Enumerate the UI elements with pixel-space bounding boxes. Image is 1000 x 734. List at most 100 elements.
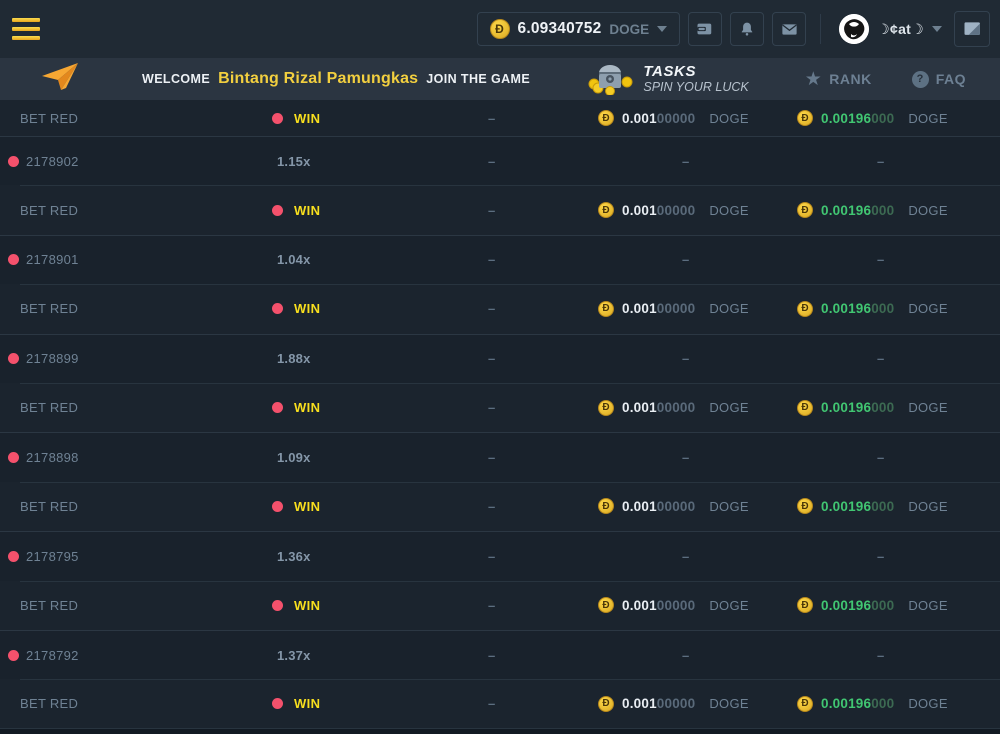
- app-root: Đ 6.09340752 DOGE: [0, 0, 1000, 734]
- bet-label: BET RED: [20, 696, 78, 711]
- empty-value: –: [877, 450, 884, 465]
- announcement-banner: WELCOME Bintang Rizal Pamungkas JOIN THE…: [0, 58, 1000, 100]
- welcome-prefix: WELCOME: [142, 72, 210, 86]
- table-row-bet: BET RED WIN – Đ 0.00100000 DOGE Đ 0.0019…: [0, 581, 1000, 630]
- profit-currency: DOGE: [908, 203, 947, 218]
- welcome-username: Bintang Rizal Pamungkas: [218, 70, 418, 88]
- messages-button[interactable]: [772, 12, 806, 46]
- game-id: 2178902: [26, 154, 79, 169]
- win-dot: [272, 501, 283, 512]
- doge-coin-icon: Đ: [797, 202, 813, 218]
- doge-coin-icon: Đ: [797, 400, 813, 416]
- bet-currency: DOGE: [709, 598, 748, 613]
- empty-value: –: [488, 111, 495, 126]
- doge-coin-icon: Đ: [598, 202, 614, 218]
- table-row-game[interactable]: 2178902 1.15x – – –: [0, 136, 1000, 185]
- profit-amount: 0.00196000: [821, 203, 894, 218]
- empty-value: –: [682, 351, 689, 366]
- hamburger-menu-button[interactable]: [12, 18, 40, 40]
- doge-coin-icon: Đ: [598, 400, 614, 416]
- multiplier: 1.37x: [277, 648, 311, 663]
- tasks-subtitle: SPIN YOUR LUCK: [643, 80, 748, 94]
- wallet-button[interactable]: [688, 12, 722, 46]
- chevron-down-icon: [932, 26, 942, 32]
- notifications-button[interactable]: [730, 12, 764, 46]
- table-row-game[interactable]: 2178901 1.04x – – –: [0, 235, 1000, 284]
- doge-coin-icon: Đ: [797, 301, 813, 317]
- user-menu[interactable]: ☽¢at☽: [835, 14, 946, 44]
- game-id: 2178795: [26, 549, 79, 564]
- rank-link[interactable]: ★ RANK: [805, 70, 872, 89]
- bet-label: BET RED: [20, 111, 78, 126]
- bet-color-dot: [8, 353, 19, 364]
- doge-coin-icon: Đ: [797, 696, 813, 712]
- empty-value: –: [488, 696, 495, 711]
- empty-value: –: [488, 252, 495, 267]
- chat-icon: [962, 19, 982, 39]
- game-id: 2178792: [26, 648, 79, 663]
- tasks-link[interactable]: TASKS SPIN YOUR LUCK: [587, 59, 748, 100]
- empty-value: –: [488, 301, 495, 316]
- wallet-icon: [695, 19, 715, 39]
- bet-label: BET RED: [20, 499, 78, 514]
- bet-currency: DOGE: [709, 111, 748, 126]
- chat-button[interactable]: [954, 11, 990, 47]
- table-row-game[interactable]: 2178899 1.88x – – –: [0, 334, 1000, 383]
- bet-currency: DOGE: [709, 301, 748, 316]
- result-badge: WIN: [294, 400, 320, 415]
- profit-amount: 0.00196000: [821, 598, 894, 613]
- footer-strip: [0, 728, 1000, 734]
- bet-amount: 0.00100000: [622, 499, 695, 514]
- empty-value: –: [488, 598, 495, 613]
- empty-value: –: [682, 154, 689, 169]
- faq-link[interactable]: ? FAQ: [912, 71, 966, 88]
- question-icon: ?: [912, 71, 929, 88]
- table-row-game[interactable]: 2178792 1.37x – – –: [0, 630, 1000, 679]
- empty-value: –: [488, 450, 495, 465]
- avatar: [839, 14, 869, 44]
- table-row-game[interactable]: 2178795 1.36x – – –: [0, 531, 1000, 580]
- empty-value: –: [682, 450, 689, 465]
- top-bar-actions: Đ 6.09340752 DOGE: [477, 11, 991, 47]
- top-bar: Đ 6.09340752 DOGE: [0, 0, 1000, 58]
- bet-currency: DOGE: [709, 203, 748, 218]
- result-badge: WIN: [294, 499, 320, 514]
- multiplier: 1.09x: [277, 450, 311, 465]
- win-dot: [272, 698, 283, 709]
- bet-amount: 0.00100000: [622, 111, 695, 126]
- bet-color-dot: [8, 156, 19, 167]
- table-row-bet: BET RED WIN – Đ 0.00100000 DOGE Đ 0.0019…: [0, 482, 1000, 531]
- divider: [820, 14, 821, 44]
- bet-label: BET RED: [20, 203, 78, 218]
- bet-history-rows: BET RED WIN – Đ 0.00100000 DOGE Đ 0.0019…: [0, 100, 1000, 728]
- banner-links: TASKS SPIN YOUR LUCK ★ RANK ? FAQ: [587, 59, 966, 100]
- bet-label: BET RED: [20, 400, 78, 415]
- empty-value: –: [488, 549, 495, 564]
- bet-currency: DOGE: [709, 696, 748, 711]
- table-row-game[interactable]: 2178898 1.09x – – –: [0, 432, 1000, 481]
- result-badge: WIN: [294, 301, 320, 316]
- profit-amount: 0.00196000: [821, 111, 894, 126]
- doge-coin-icon: Đ: [598, 696, 614, 712]
- welcome-message: WELCOME Bintang Rizal Pamungkas JOIN THE…: [38, 61, 530, 98]
- table-row-bet: BET RED WIN – Đ 0.00100000 DOGE Đ 0.0019…: [0, 383, 1000, 432]
- doge-coin-icon: Đ: [490, 19, 510, 39]
- username: ☽¢at☽: [877, 21, 924, 38]
- bet-amount: 0.00100000: [622, 203, 695, 218]
- result-badge: WIN: [294, 598, 320, 613]
- win-dot: [272, 303, 283, 314]
- empty-value: –: [877, 351, 884, 366]
- win-dot: [272, 113, 283, 124]
- balance-selector[interactable]: Đ 6.09340752 DOGE: [477, 12, 681, 46]
- megaphone-icon: [38, 61, 82, 98]
- envelope-icon: [780, 20, 799, 39]
- empty-value: –: [488, 499, 495, 514]
- table-row-bet: BET RED WIN – Đ 0.00100000 DOGE Đ 0.0019…: [0, 185, 1000, 234]
- bet-color-dot: [8, 254, 19, 265]
- balance-amount: 6.09340752: [518, 20, 602, 38]
- profit-amount: 0.00196000: [821, 400, 894, 415]
- empty-value: –: [682, 648, 689, 663]
- multiplier: 1.36x: [277, 549, 311, 564]
- doge-coin-icon: Đ: [797, 597, 813, 613]
- bet-color-dot: [8, 551, 19, 562]
